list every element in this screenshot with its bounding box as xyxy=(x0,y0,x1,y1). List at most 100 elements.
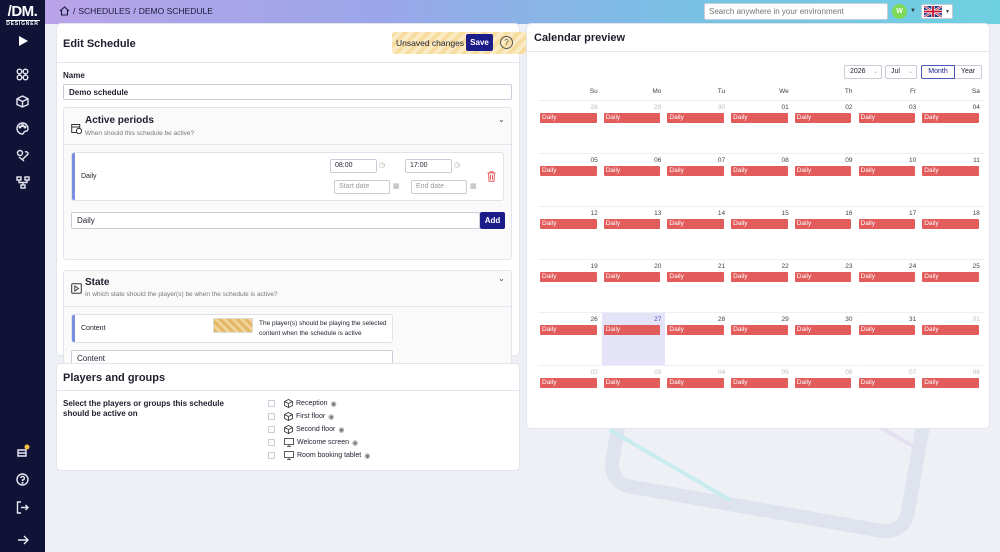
calendar-day[interactable]: 10 Daily xyxy=(856,153,921,206)
player-item-welcome-screen[interactable]: Welcome screen ◉ xyxy=(268,437,358,448)
calendar-event[interactable]: Daily xyxy=(794,219,852,229)
calendar-day[interactable]: 12 Daily xyxy=(538,206,602,259)
save-button[interactable]: Save xyxy=(466,34,493,51)
checkbox[interactable] xyxy=(268,452,275,459)
start-date-input[interactable]: Start date xyxy=(334,180,390,194)
calendar-event[interactable]: Daily xyxy=(540,113,597,123)
cube-icon[interactable] xyxy=(0,91,45,111)
logout-icon[interactable] xyxy=(0,498,45,516)
calendar-event[interactable]: Daily xyxy=(922,325,979,335)
calendar-event[interactable]: Daily xyxy=(731,272,788,282)
help-circle-icon[interactable] xyxy=(0,470,45,488)
calendar-day[interactable]: 30 Daily xyxy=(665,100,730,153)
palette-icon[interactable] xyxy=(0,118,45,138)
calendar-day[interactable]: 28 Daily xyxy=(538,100,602,153)
calendar-day[interactable]: 24 Daily xyxy=(856,259,921,312)
schedule-icon[interactable] xyxy=(0,145,45,165)
calendar-event[interactable]: Daily xyxy=(667,272,725,282)
end-time-input[interactable]: 17:00 xyxy=(405,159,452,173)
calendar-day[interactable]: 04 Daily xyxy=(920,100,984,153)
checkbox[interactable] xyxy=(268,400,275,407)
calendar-day[interactable]: 31 Daily xyxy=(856,312,921,365)
calendar-day[interactable]: 17 Daily xyxy=(856,206,921,259)
calendar-day[interactable]: 16 Daily xyxy=(792,206,857,259)
eye-icon[interactable]: ◉ xyxy=(364,452,370,460)
view-year-button[interactable]: Year xyxy=(955,65,982,79)
calendar-day[interactable]: 05 Daily xyxy=(538,153,602,206)
global-search-input[interactable] xyxy=(704,3,888,20)
play-icon[interactable] xyxy=(0,33,45,49)
calendar-day[interactable]: 25 Daily xyxy=(920,259,984,312)
home-icon[interactable] xyxy=(59,6,70,16)
calendar-day[interactable]: 11 Daily xyxy=(920,153,984,206)
calendar-event[interactable]: Daily xyxy=(858,378,916,388)
checkbox[interactable] xyxy=(268,426,275,433)
eye-icon[interactable]: ◉ xyxy=(328,413,334,421)
calendar-day[interactable]: 04 Daily xyxy=(665,365,730,418)
calendar-day[interactable]: 18 Daily xyxy=(920,206,984,259)
calendar-event[interactable]: Daily xyxy=(794,378,852,388)
calendar-day-today[interactable]: 27 Daily xyxy=(601,312,666,365)
calendar-day[interactable]: 09 Daily xyxy=(792,153,857,206)
calendar-day[interactable]: 15 Daily xyxy=(729,206,793,259)
calendar-event[interactable]: Daily xyxy=(858,325,916,335)
calendar-event[interactable]: Daily xyxy=(858,166,916,176)
calendar-event[interactable]: Daily xyxy=(731,166,788,176)
calendar-day[interactable]: 06 Daily xyxy=(792,365,857,418)
calendar-event[interactable]: Daily xyxy=(922,378,979,388)
players-network-icon[interactable] xyxy=(0,172,45,192)
calendar-event[interactable]: Daily xyxy=(603,219,661,229)
name-input[interactable]: Demo schedule xyxy=(63,84,512,100)
collapse-chevron-icon[interactable]: ⌄ xyxy=(498,115,505,124)
notifications-icon[interactable] xyxy=(0,442,45,460)
calendar-event[interactable]: Daily xyxy=(858,272,916,282)
calendar-day[interactable]: 07 Daily xyxy=(665,153,730,206)
calendar-day[interactable]: 01 Daily xyxy=(920,312,984,365)
dashboard-icon[interactable] xyxy=(0,64,45,84)
calendar-day[interactable]: 03 Daily xyxy=(856,100,921,153)
calendar-day[interactable]: 21 Daily xyxy=(665,259,730,312)
calendar-event[interactable]: Daily xyxy=(540,166,597,176)
month-select[interactable]: Jul ⌄ xyxy=(885,65,917,79)
calendar-day[interactable]: 19 Daily xyxy=(538,259,602,312)
calendar-event[interactable]: Daily xyxy=(603,113,661,123)
calendar-event[interactable]: Daily xyxy=(731,113,788,123)
calendar-day[interactable]: 02 Daily xyxy=(538,365,602,418)
end-date-input[interactable]: End date xyxy=(411,180,467,194)
calendar-day[interactable]: 03 Daily xyxy=(601,365,666,418)
calendar-day[interactable]: 23 Daily xyxy=(792,259,857,312)
calendar-event[interactable]: Daily xyxy=(858,219,916,229)
calendar-day[interactable]: 08 Daily xyxy=(920,365,984,418)
calendar-event[interactable]: Daily xyxy=(540,378,597,388)
calendar-day[interactable]: 26 Daily xyxy=(538,312,602,365)
checkbox[interactable] xyxy=(268,413,275,420)
calendar-event[interactable]: Daily xyxy=(667,166,725,176)
breadcrumb-schedules[interactable]: SCHEDULES xyxy=(78,6,130,16)
calendar-day[interactable]: 14 Daily xyxy=(665,206,730,259)
calendar-day[interactable]: 05 Daily xyxy=(729,365,793,418)
user-menu-chevron-icon[interactable]: ▼ xyxy=(910,8,916,14)
dm-designer-logo[interactable]: /DM. DESIGNER xyxy=(3,4,43,27)
calendar-day[interactable]: 13 Daily xyxy=(601,206,666,259)
year-select[interactable]: 2026 ⌄ xyxy=(844,65,882,79)
eye-icon[interactable]: ◉ xyxy=(331,400,337,408)
period-select[interactable]: Daily xyxy=(71,212,480,229)
calendar-event[interactable]: Daily xyxy=(603,272,661,282)
calendar-event[interactable]: Daily xyxy=(540,325,597,335)
calendar-day[interactable]: 06 Daily xyxy=(601,153,666,206)
eye-icon[interactable]: ◉ xyxy=(338,426,344,434)
calendar-event[interactable]: Daily xyxy=(922,272,979,282)
calendar-event[interactable]: Daily xyxy=(794,166,852,176)
calendar-event[interactable]: Daily xyxy=(731,378,788,388)
help-icon[interactable]: ? xyxy=(500,36,513,49)
player-item-reception[interactable]: Reception ◉ xyxy=(268,398,337,409)
calendar-day[interactable]: 07 Daily xyxy=(856,365,921,418)
calendar-event[interactable]: Daily xyxy=(922,113,979,123)
calendar-day[interactable]: 30 Daily xyxy=(792,312,857,365)
calendar-event[interactable]: Daily xyxy=(731,219,788,229)
trash-icon[interactable] xyxy=(487,171,496,182)
calendar-event[interactable]: Daily xyxy=(540,219,597,229)
calendar-event[interactable]: Daily xyxy=(731,325,788,335)
player-item-second-floor[interactable]: Second floor ◉ xyxy=(268,424,344,435)
view-month-button[interactable]: Month xyxy=(921,65,955,79)
